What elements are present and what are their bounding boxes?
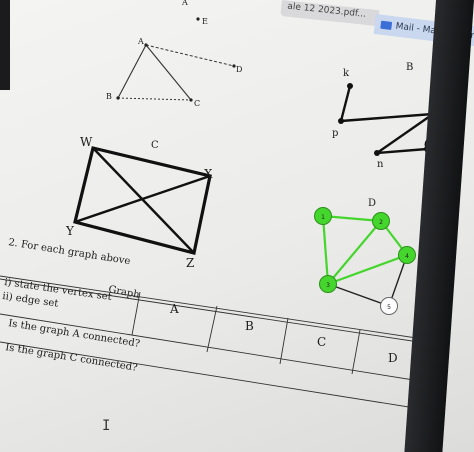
label-y: Y <box>65 224 75 238</box>
label-k: k <box>343 68 350 79</box>
edge-l-n <box>376 113 434 154</box>
edge-a-d <box>145 44 235 67</box>
edge-w-z <box>92 147 195 254</box>
vertex-a <box>144 43 148 47</box>
edge-a-c <box>145 44 192 101</box>
edge-p-l <box>340 112 434 123</box>
edge-b-c <box>117 97 192 101</box>
table-col-d: D <box>388 351 398 365</box>
table-col-b: B <box>245 319 254 333</box>
table-col-a: A <box>169 302 179 316</box>
label-e: E <box>202 17 208 26</box>
vertex-n <box>374 150 380 156</box>
vertex-p <box>338 118 344 124</box>
label-w: W <box>80 135 93 149</box>
row-graph-c-connected: Is the graph C connected? <box>5 342 139 374</box>
label-b: B <box>106 92 112 101</box>
table-col-4 <box>351 329 361 375</box>
node-1-label: 1 <box>321 214 325 221</box>
label-n: n <box>377 159 384 170</box>
graph-d: D 1 2 3 4 5 <box>314 198 416 315</box>
vertex-k <box>347 83 353 89</box>
edge-a-b <box>117 44 147 99</box>
worksheet: A A B C D E B k n p C W X Y Z D 1 2 3 4 … <box>0 0 461 434</box>
graph-d-title: D <box>368 198 376 209</box>
node-2-label: 2 <box>379 219 383 226</box>
graph-a: A A B C D E <box>106 0 242 108</box>
edge-1-3 <box>321 215 330 285</box>
graph-b-title: B <box>406 62 413 73</box>
node-3-label: 3 <box>326 282 330 289</box>
text-cursor-icon: I <box>102 418 110 434</box>
node-5-label: 5 <box>387 304 391 311</box>
label-a: A <box>137 37 144 46</box>
table-col-3 <box>279 317 289 365</box>
question-title: 2. For each graph above <box>8 237 132 267</box>
question-block: 2. For each graph above <box>8 237 132 267</box>
table-col-2 <box>206 305 218 353</box>
vertex-e <box>196 17 200 21</box>
label-d: D <box>236 65 242 74</box>
graph-a-title: A <box>181 0 188 7</box>
label-z: Z <box>186 256 194 270</box>
label-x: X <box>204 167 213 181</box>
document-viewport: ale 12 2023.pdf... Mail - Mah Begum Atim… <box>0 0 474 452</box>
graph-c-title: C <box>151 140 159 151</box>
table-col-c: C <box>317 335 326 349</box>
node-4-label: 4 <box>405 253 409 260</box>
vertex-b <box>116 96 120 100</box>
vertex-c <box>189 98 193 102</box>
edge-n-m <box>376 147 428 155</box>
edge-3-5 <box>327 283 390 307</box>
edge-x-y <box>74 174 211 224</box>
edge-k-p <box>339 85 352 122</box>
label-p: p <box>332 128 338 139</box>
label-c: C <box>194 99 200 108</box>
